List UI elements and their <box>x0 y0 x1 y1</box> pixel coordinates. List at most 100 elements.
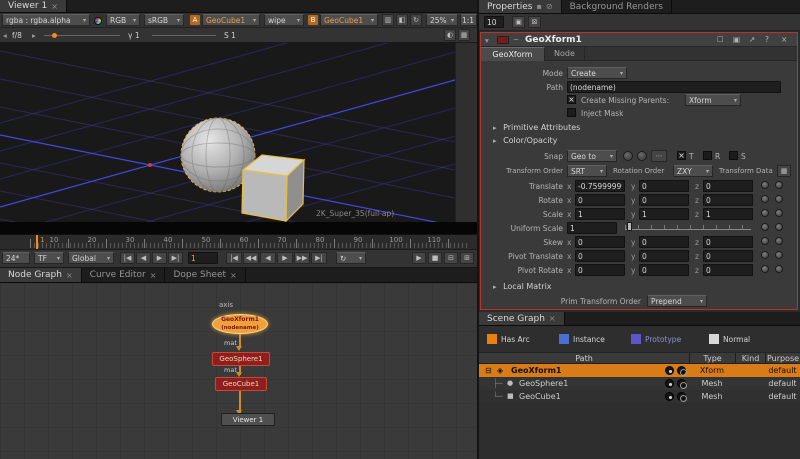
visibility-icon[interactable] <box>665 366 674 375</box>
stop-icon[interactable]: ■ <box>428 252 442 264</box>
animation-knob-icon[interactable] <box>775 237 783 245</box>
tab-properties[interactable]: Properties ▪ ⊘ <box>479 0 562 13</box>
zoom-dropdown[interactable]: 25% ▾ <box>426 14 458 26</box>
swatch-icon[interactable]: ▣ <box>733 35 740 44</box>
close-icon[interactable]: × <box>66 271 73 280</box>
skew-x-field[interactable] <box>575 236 625 248</box>
gamma-slider[interactable] <box>152 35 216 36</box>
visibility-icon[interactable] <box>665 392 674 401</box>
pivot-rotate-y-field[interactable] <box>639 264 689 276</box>
step-forward-button[interactable]: ▶ <box>152 252 167 264</box>
snap-dropdown[interactable]: Geo to ▾ <box>567 150 617 162</box>
column-header-path[interactable]: Path <box>481 354 687 363</box>
step-back-button[interactable]: ◀ <box>136 252 151 264</box>
3d-viewport[interactable]: 2K_Super_35(full-ap) <box>0 43 455 222</box>
pivot-translate-z-field[interactable] <box>703 250 753 262</box>
animation-knob-icon[interactable] <box>775 181 783 189</box>
snap-translate-checkbox[interactable]: × <box>677 151 686 160</box>
chevron-down-icon[interactable]: ▾ <box>485 36 489 45</box>
scenegraph-row-geocube1[interactable]: └─ ■ GeoCube1 Mesh default <box>479 390 800 403</box>
animation-knob-icon[interactable] <box>761 195 769 203</box>
goto-start-button[interactable]: |◀ <box>120 252 135 264</box>
eraser-icon[interactable]: ⊘ <box>546 2 553 11</box>
animation-knob-icon[interactable] <box>761 181 769 189</box>
gain-decrement-icon[interactable]: ◂ <box>3 31 7 40</box>
playhead[interactable] <box>36 235 38 250</box>
transform-data-icon[interactable]: ▦ <box>777 165 791 177</box>
uniform-scale-slider[interactable] <box>625 222 751 230</box>
animation-knob-icon[interactable] <box>761 265 769 273</box>
viewer-mode-icon[interactable]: ◐ <box>444 29 456 41</box>
node-geosphere1[interactable]: GeoSphere1 <box>212 352 270 366</box>
scale-z-field[interactable] <box>703 208 753 220</box>
translate-z-field[interactable] <box>703 180 753 192</box>
skew-y-field[interactable] <box>639 236 689 248</box>
close-icon[interactable]: × <box>150 271 157 280</box>
inject-mask-checkbox[interactable] <box>567 108 576 117</box>
clear-panels-icon[interactable]: ⊠ <box>528 16 541 28</box>
float-window-icon[interactable]: ↗ <box>749 35 755 44</box>
node-viewer1[interactable]: Viewer 1 <box>221 413 275 426</box>
fast-forward-button[interactable]: ▶▶ <box>294 252 310 264</box>
translate-y-field[interactable] <box>639 180 689 192</box>
current-frame-field[interactable] <box>188 252 218 264</box>
scenegraph-row-geosphere1[interactable]: ├─ ● GeoSphere1 Mesh default <box>479 377 800 390</box>
snap-tool-icon[interactable] <box>637 151 647 161</box>
proxy-icon[interactable]: ◧ <box>396 14 408 26</box>
close-icon[interactable]: × <box>781 35 787 44</box>
local-matrix-group[interactable]: ▸ Local Matrix <box>493 282 552 291</box>
animation-knob-icon[interactable] <box>775 265 783 273</box>
goto-end-button[interactable]: ▶| <box>168 252 183 264</box>
add-range-icon[interactable]: ⊞ <box>460 252 474 264</box>
animation-knob-icon[interactable] <box>761 251 769 259</box>
animation-knob-icon[interactable] <box>761 223 769 231</box>
snap-scale-checkbox[interactable] <box>729 151 738 160</box>
tab-node[interactable]: Node <box>545 47 585 61</box>
loop-mode-dropdown[interactable]: ↻ ▾ <box>336 252 366 264</box>
frame-range-dropdown[interactable]: Global ▾ <box>68 252 114 264</box>
uniform-scale-field[interactable] <box>567 222 617 234</box>
rotate-y-field[interactable] <box>639 194 689 206</box>
close-icon[interactable]: × <box>230 271 237 280</box>
curve-icon[interactable]: ~ <box>513 35 519 44</box>
gain-slider-handle[interactable] <box>52 33 57 38</box>
uniform-scale-slider-handle[interactable] <box>627 222 632 231</box>
transform-order-dropdown[interactable]: SRT ▾ <box>567 165 607 177</box>
prim-transform-order-dropdown[interactable]: Prepend ▾ <box>647 295 707 307</box>
node-geocube1[interactable]: GeoCube1 <box>215 377 267 391</box>
node-color-chip[interactable] <box>497 36 509 44</box>
max-panels-field[interactable] <box>484 16 504 28</box>
tab-node-graph[interactable]: Node Graph × <box>0 268 82 282</box>
eye-icon[interactable] <box>677 366 686 375</box>
nodegraph-canvas[interactable]: axis mat mat GeoXform1 (nodename) GeoSph… <box>0 283 478 459</box>
tab-dope-sheet[interactable]: Dope Sheet × <box>165 268 245 282</box>
range-mode-dropdown[interactable]: TF ▾ <box>34 252 64 264</box>
visibility-icon[interactable] <box>665 379 674 388</box>
rotation-order-dropdown[interactable]: ZXY ▾ <box>673 165 713 177</box>
scale-x-field[interactable] <box>575 208 625 220</box>
lock-panels-icon[interactable]: ▣ <box>512 16 525 28</box>
viewer-grid-icon[interactable]: ▦ <box>458 29 470 41</box>
more-options-icon[interactable]: ⋯ <box>651 150 667 162</box>
node-geoxform1[interactable]: GeoXform1 (nodename) <box>212 314 268 334</box>
display-channel-dropdown[interactable]: RGB ▾ <box>106 14 140 26</box>
close-icon[interactable]: × <box>549 314 556 323</box>
pivot-rotate-z-field[interactable] <box>703 264 753 276</box>
create-missing-parents-dropdown[interactable]: Xform ▾ <box>685 94 741 106</box>
create-missing-parents-checkbox[interactable]: × <box>567 95 576 104</box>
scale-y-field[interactable] <box>639 208 689 220</box>
animation-knob-icon[interactable] <box>775 209 783 217</box>
rotate-x-field[interactable] <box>575 194 625 206</box>
snap-tool-icon[interactable] <box>623 151 633 161</box>
gain-increment-icon[interactable]: ▸ <box>32 31 36 40</box>
eye-icon[interactable] <box>677 379 686 388</box>
pivot-rotate-x-field[interactable] <box>575 264 625 276</box>
eye-icon[interactable] <box>677 392 686 401</box>
roi-icon[interactable]: ▥ <box>382 14 394 26</box>
path-field[interactable] <box>567 81 781 93</box>
gamma-label[interactable]: γ 1 <box>128 31 140 40</box>
animation-knob-icon[interactable] <box>775 195 783 203</box>
rewind-button[interactable]: ◀◀ <box>243 252 259 264</box>
close-icon[interactable]: × <box>51 2 58 11</box>
mode-dropdown[interactable]: Create ▾ <box>567 67 627 79</box>
